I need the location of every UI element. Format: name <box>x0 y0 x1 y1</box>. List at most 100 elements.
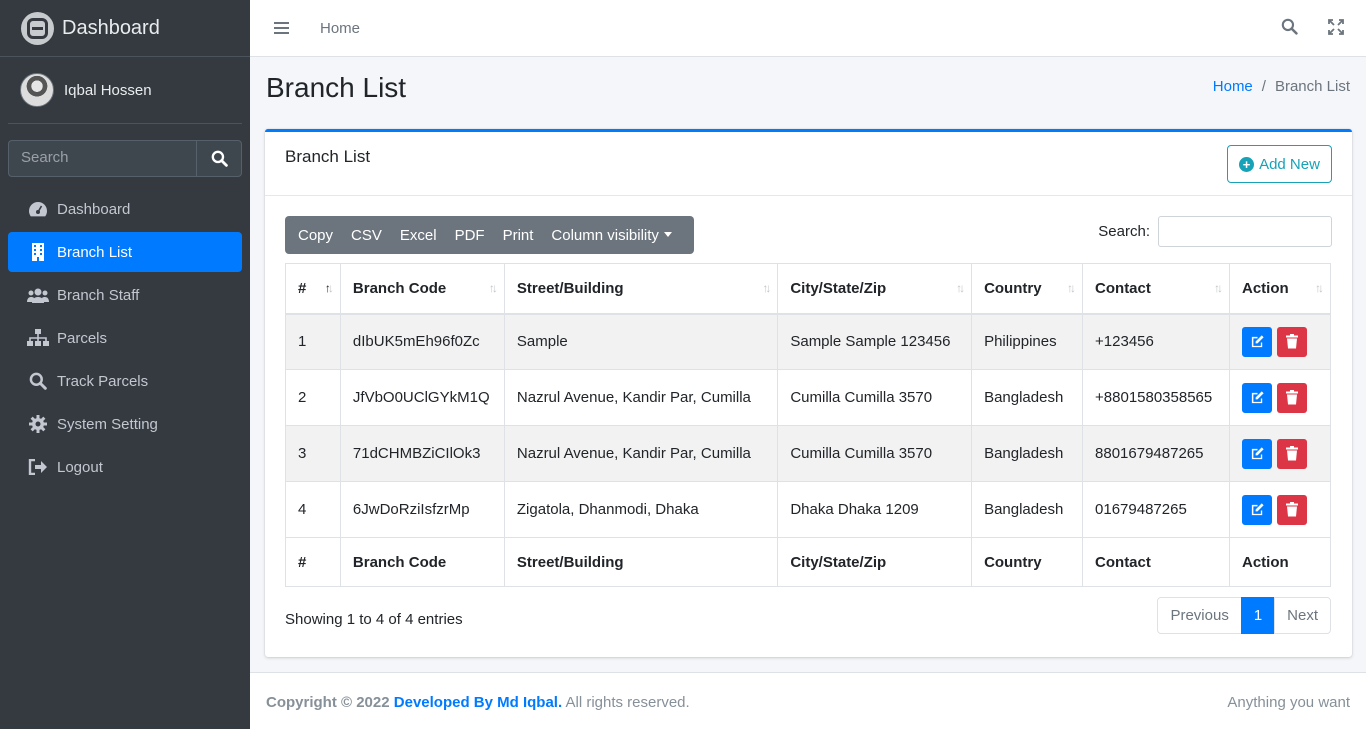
branch-table: # ↑↓ Branch Code ↑↓ Street/Building ↑↓ City… <box>285 263 1331 587</box>
sidebar-item-label: Branch List <box>57 243 133 261</box>
footer-header-number: # <box>285 537 341 587</box>
sidebar-item-label: Branch Staff <box>57 286 140 304</box>
sidebar-item-system-setting[interactable]: System Setting <box>8 404 242 444</box>
sidebar-item-label: Parcels <box>57 329 108 347</box>
cell-number: 2 <box>285 369 341 426</box>
sort-asc-icon: ↑↓ <box>324 281 334 295</box>
export-button-group: Copy CSV Excel PDF Print Column visibili… <box>285 216 694 254</box>
cell-street: Zigatola, Dhanmodi, Dhaka <box>503 481 779 538</box>
sidebar-search-button[interactable] <box>196 140 242 177</box>
add-new-label: Add New <box>1259 155 1320 173</box>
table-info: Showing 1 to 4 of 4 entries <box>285 611 463 628</box>
sidebar-item-dashboard[interactable]: Dashboard <box>8 189 242 229</box>
sidebar-search-input[interactable]: Search <box>8 140 196 177</box>
copy-button[interactable]: Copy <box>298 227 342 244</box>
cell-country: Philippines <box>971 313 1084 370</box>
plus-circle-icon: + <box>1239 156 1255 172</box>
user-panel: Iqbal Hossen <box>8 57 242 124</box>
pagination-previous[interactable]: Previous <box>1157 597 1242 634</box>
sign-out-icon <box>27 458 49 476</box>
card-header: Branch List + Add New <box>265 132 1352 196</box>
column-header-label: City/State/Zip <box>790 279 887 297</box>
footer-header-city: City/State/Zip <box>777 537 973 587</box>
cell-branch-code: 6JwDoRziIsfzrMp <box>339 481 505 538</box>
column-header-label: Contact <box>1095 279 1151 297</box>
footer-header-country: Country <box>971 537 1084 587</box>
footer-header-street: Street/Building <box>503 537 779 587</box>
sidebar-item-branch-staff[interactable]: Branch Staff <box>8 275 242 315</box>
search-icon[interactable] <box>1281 18 1298 39</box>
breadcrumb-home[interactable]: Home <box>1213 78 1253 95</box>
table-row: 4 6JwDoRziIsfzrMp Zigatola, Dhanmodi, Dh… <box>285 481 1331 538</box>
fullscreen-icon[interactable] <box>1328 18 1344 39</box>
edit-icon <box>1251 503 1264 516</box>
sort-icon: ↑↓ <box>1214 281 1223 295</box>
print-button[interactable]: Print <box>494 227 543 244</box>
user-name[interactable]: Iqbal Hossen <box>64 82 152 99</box>
column-visibility-button[interactable]: Column visibility <box>542 227 681 244</box>
cell-contact: +8801580358565 <box>1082 369 1230 426</box>
delete-button[interactable] <box>1277 382 1307 413</box>
column-header-branch-code[interactable]: Branch Code ↑↓ <box>339 263 505 315</box>
pagination-page[interactable]: 1 <box>1240 597 1276 634</box>
cell-action <box>1229 369 1331 426</box>
column-header-number[interactable]: # ↑↓ <box>285 263 341 315</box>
footer-right-text: Anything you want <box>1227 694 1350 711</box>
table-header-row: # ↑↓ Branch Code ↑↓ Street/Building ↑↓ City… <box>285 263 1331 315</box>
sidebar-nav: Dashboard Branch List Branch Staff Parce… <box>0 189 250 487</box>
cell-street: Nazrul Avenue, Kandir Par, Cumilla <box>503 425 779 482</box>
cell-street: Sample <box>503 313 779 370</box>
sidebar-item-track-parcels[interactable]: Track Parcels <box>8 361 242 401</box>
edit-button[interactable] <box>1242 326 1272 357</box>
footer-header-action: Action <box>1229 537 1331 587</box>
table-search-input[interactable] <box>1158 216 1332 247</box>
column-header-contact[interactable]: Contact ↑↓ <box>1082 263 1230 315</box>
delete-button[interactable] <box>1277 494 1307 525</box>
brand-logo-icon <box>21 11 54 45</box>
excel-button[interactable]: Excel <box>391 227 446 244</box>
table-footer-row: # Branch Code Street/Building City/State… <box>285 537 1331 587</box>
top-home-link[interactable]: Home <box>320 20 360 37</box>
top-navbar: Home <box>250 0 1366 57</box>
page-title: Branch List <box>266 72 407 103</box>
column-header-action[interactable]: Action ↑↓ <box>1229 263 1331 315</box>
column-header-city[interactable]: City/State/Zip ↑↓ <box>777 263 973 315</box>
sort-icon: ↑↓ <box>1315 281 1324 295</box>
table-row: 1 dIbUK5mEh96f0Zc Sample Sample Sample 1… <box>285 313 1331 370</box>
cell-action <box>1229 425 1331 482</box>
cell-street: Nazrul Avenue, Kandir Par, Cumilla <box>503 369 779 426</box>
sidebar-item-label: Track Parcels <box>57 372 149 390</box>
sidebar-item-label: Logout <box>57 458 103 476</box>
pdf-button[interactable]: PDF <box>446 227 494 244</box>
table-search-label: Search: <box>1098 223 1150 240</box>
brand-link[interactable]: Dashboard <box>0 0 250 57</box>
cell-contact: 01679487265 <box>1082 481 1230 538</box>
delete-button[interactable] <box>1277 438 1307 469</box>
sidebar-item-branch-list[interactable]: Branch List <box>8 232 242 272</box>
sidebar: Dashboard Iqbal Hossen Search Dashboard … <box>0 0 250 729</box>
sidebar-item-logout[interactable]: Logout <box>8 447 242 487</box>
sidebar-item-parcels[interactable]: Parcels <box>8 318 242 358</box>
cell-city: Dhaka Dhaka 1209 <box>777 481 973 538</box>
csv-button[interactable]: CSV <box>342 227 391 244</box>
cell-action <box>1229 481 1331 538</box>
caret-down-icon <box>663 231 672 237</box>
users-icon <box>27 286 49 304</box>
menu-toggle-icon[interactable] <box>274 22 289 34</box>
gear-icon <box>27 415 49 433</box>
pagination-next[interactable]: Next <box>1274 597 1331 634</box>
edit-button[interactable] <box>1242 382 1272 413</box>
column-header-label: Country <box>984 279 1042 297</box>
column-header-country[interactable]: Country ↑↓ <box>971 263 1084 315</box>
sort-icon: ↑↓ <box>956 281 965 295</box>
delete-button[interactable] <box>1277 326 1307 357</box>
cell-number: 3 <box>285 425 341 482</box>
column-header-street[interactable]: Street/Building ↑↓ <box>503 263 779 315</box>
edit-button[interactable] <box>1242 438 1272 469</box>
table-search: Search: <box>1098 216 1332 247</box>
brand-title: Dashboard <box>62 16 160 39</box>
edit-button[interactable] <box>1242 494 1272 525</box>
cell-country: Bangladesh <box>971 369 1084 426</box>
add-new-button[interactable]: + Add New <box>1227 145 1332 183</box>
developer-link[interactable]: Developed By Md Iqbal. <box>394 694 562 711</box>
